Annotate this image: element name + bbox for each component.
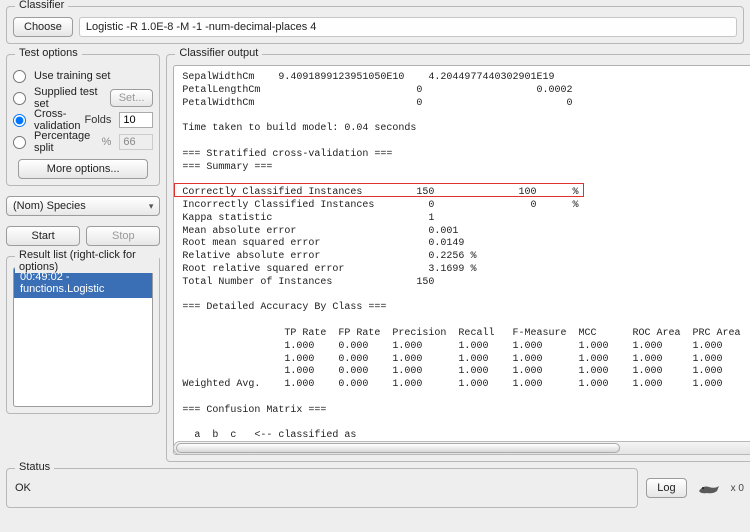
supplied-test-set-radio[interactable] xyxy=(13,92,26,105)
folds-label: Folds xyxy=(84,114,111,126)
percentage-split-label: Percentage split xyxy=(34,130,98,154)
class-attribute-value: (Nom) Species xyxy=(13,200,86,212)
classifier-command-line[interactable]: Logistic -R 1.0E-8 -M -1 -num-decimal-pl… xyxy=(79,17,737,37)
percentage-input xyxy=(119,134,153,150)
log-button[interactable]: Log xyxy=(646,478,686,498)
chevron-down-icon: ▾ xyxy=(149,201,154,212)
use-training-set-radio[interactable] xyxy=(13,70,26,83)
folds-input[interactable] xyxy=(119,112,153,128)
supplied-test-set-button[interactable]: Set... xyxy=(110,89,154,107)
status-text: OK xyxy=(15,482,31,494)
use-training-set-label: Use training set xyxy=(34,70,110,82)
status-title: Status xyxy=(15,461,54,473)
start-button[interactable]: Start xyxy=(6,226,80,246)
output-h-scrollbar[interactable] xyxy=(173,441,750,455)
test-options-title: Test options xyxy=(15,47,82,59)
percentage-symbol: % xyxy=(102,136,112,148)
bird-count: x 0 xyxy=(731,483,744,494)
weka-bird-icon xyxy=(695,479,723,497)
result-list-title: Result list (right-click for options) xyxy=(15,249,159,273)
supplied-test-set-label: Supplied test set xyxy=(34,86,106,110)
cross-validation-radio[interactable] xyxy=(13,114,26,127)
percentage-split-radio[interactable] xyxy=(13,136,26,149)
class-attribute-select[interactable]: (Nom) Species ▾ xyxy=(6,196,160,216)
output-h-scrollbar-thumb[interactable] xyxy=(176,443,620,453)
stop-button[interactable]: Stop xyxy=(86,226,160,246)
cross-validation-label: Cross-validation xyxy=(34,108,80,132)
more-options-button[interactable]: More options... xyxy=(18,159,148,179)
classifier-output-text[interactable]: SepalWidthCm 9.4091899123951050E10 4.204… xyxy=(173,65,750,455)
choose-classifier-button[interactable]: Choose xyxy=(13,17,73,37)
result-list[interactable]: 00:49:02 - functions.Logistic xyxy=(13,267,153,407)
classifier-panel-title: Classifier xyxy=(15,0,68,11)
classifier-output-title: Classifier output xyxy=(175,47,262,59)
